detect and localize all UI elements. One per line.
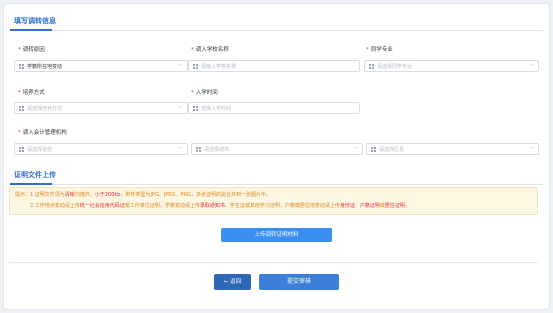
- grid-icon: [19, 106, 24, 111]
- form-card: 填写调转信息 * 调转原因 * 调入学校名称 * 同学专业 学籍所在地变动 ﹀ 请输入…: [3, 3, 550, 310]
- school-placeholder: 请输入学校名称: [201, 64, 237, 70]
- section-underline: [10, 29, 52, 31]
- chevron-down-icon: ﹀: [177, 106, 183, 112]
- section-divider: [10, 30, 543, 31]
- grid-icon: [196, 147, 201, 152]
- label-agency: * 调入会计管理机构: [18, 130, 67, 136]
- section-title-transfer-info: 填写调转信息: [14, 17, 56, 25]
- province-placeholder: 请选择省份: [27, 147, 53, 153]
- label-mode: * 培养方式: [18, 90, 45, 96]
- reason-select[interactable]: 学籍所在地变动 ﹀: [14, 60, 188, 72]
- mode-placeholder: 请选择培养方式: [27, 106, 63, 112]
- chevron-down-icon: ﹀: [528, 64, 534, 70]
- time-placeholder: 选择入学时间: [201, 106, 232, 112]
- major-select[interactable]: 请选择同学专业 ﹀: [364, 60, 539, 72]
- section-underline: [10, 183, 52, 185]
- district-select[interactable]: 请选择区县 ﹀: [366, 143, 539, 155]
- chevron-down-icon: ﹀: [177, 64, 183, 70]
- grid-icon: [369, 64, 374, 69]
- mode-select[interactable]: 请选择培养方式 ﹀: [14, 102, 188, 114]
- label-time: * 入学时间: [191, 90, 218, 96]
- label-school: * 调入学校名称: [191, 47, 229, 53]
- back-button[interactable]: ← 返回: [214, 274, 251, 290]
- reason-value: 学籍所在地变动: [27, 64, 63, 70]
- section-title-upload: 证明文件上传: [14, 171, 56, 179]
- notice-line-2: 2.工作地点变动请上传统一社会信用代码证或工作单位证明，学籍变动请上传录取通知书…: [30, 203, 410, 209]
- label-reason: * 调转原因: [18, 47, 45, 53]
- section-divider: [10, 184, 543, 185]
- grid-icon: [19, 147, 24, 152]
- upload-proof-button[interactable]: 上传调转证明材料: [221, 228, 332, 242]
- notice-line-1: 提示：1.证明文件须为清晰扫描件，小于200kb，附件类型为JPG、JPEG、P…: [15, 192, 271, 198]
- grid-icon: [19, 64, 24, 69]
- major-placeholder: 请选择同学专业: [377, 64, 413, 70]
- school-input[interactable]: 请输入学校名称: [188, 60, 360, 72]
- city-select[interactable]: 请选择城市 ﹀: [191, 143, 363, 155]
- chevron-down-icon: ﹀: [352, 147, 358, 153]
- upload-notice: 提示：1.证明文件须为清晰扫描件，小于200kb，附件类型为JPG、JPEG、P…: [9, 187, 538, 215]
- submit-review-button[interactable]: 提交审核: [259, 274, 339, 290]
- city-placeholder: 请选择城市: [204, 147, 230, 153]
- footer-divider: [9, 262, 538, 263]
- time-input[interactable]: 选择入学时间: [188, 102, 360, 114]
- grid-icon: [193, 64, 198, 69]
- label-major: * 同学专业: [366, 47, 393, 53]
- chevron-down-icon: ﹀: [177, 147, 183, 153]
- grid-icon: [193, 106, 198, 111]
- chevron-down-icon: ﹀: [528, 147, 534, 153]
- district-placeholder: 请选择区县: [379, 147, 405, 153]
- grid-icon: [371, 147, 376, 152]
- province-select[interactable]: 请选择省份 ﹀: [14, 143, 188, 155]
